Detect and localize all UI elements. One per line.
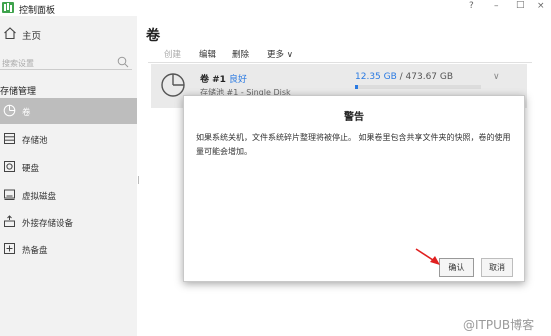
minimize-button[interactable]: – xyxy=(494,1,499,11)
toolbar: 创建 编辑 删除 更多 ∨ xyxy=(140,46,551,60)
search-placeholder: 搜索设置 xyxy=(2,59,34,68)
create-button[interactable]: 创建 xyxy=(164,48,181,60)
home-icon xyxy=(4,27,16,40)
more-dropdown[interactable]: 更多 ∨ xyxy=(267,48,293,60)
dialog-message: 如果系统关机，文件系统碎片整理将被停止。 如果卷里包含共享文件夹的快照，卷的使用… xyxy=(196,133,511,156)
hard-disk-icon xyxy=(4,161,15,172)
close-button[interactable]: × xyxy=(537,1,545,11)
volume-usage-separator: / xyxy=(396,72,406,82)
search-settings-input[interactable]: 搜索设置 xyxy=(0,56,132,70)
delete-button[interactable]: 删除 xyxy=(232,48,249,60)
page-title: 卷 xyxy=(146,28,160,44)
toolbar-divider xyxy=(148,62,532,63)
sidebar-item-label: 主页 xyxy=(22,31,42,42)
sidebar-item-label: 卷 xyxy=(22,108,31,118)
sidebar-item-home[interactable]: 主页 xyxy=(0,25,137,43)
sidebar-item-label: 热备盘 xyxy=(22,246,48,256)
sidebar-item-label: 硬盘 xyxy=(22,164,40,174)
section-storage-management: 存储管理 xyxy=(0,87,37,97)
dialog-title: 警告 xyxy=(344,112,364,123)
search-icon[interactable] xyxy=(117,56,129,68)
sidebar-item-virtual-disk[interactable]: 虚拟磁盘 xyxy=(0,182,137,208)
volume-pie-icon xyxy=(3,104,16,117)
edit-button[interactable]: 编辑 xyxy=(199,48,216,60)
volume-status: 良好 xyxy=(229,75,248,85)
control-panel-logo-icon xyxy=(2,2,14,13)
chevron-down-icon[interactable]: ∨ xyxy=(493,72,500,82)
external-storage-icon xyxy=(4,215,15,227)
volume-usage-bar xyxy=(355,85,481,89)
title-bar: 控制面板 ? – □ × xyxy=(0,0,551,16)
warning-dialog: 警告 如果系统关机，文件系统碎片整理将被停止。 如果卷里包含共享文件夹的快照，卷… xyxy=(183,95,525,282)
sidebar-item-label: 外接存储设备 xyxy=(22,219,74,229)
volume-used: 12.35 GB xyxy=(355,72,397,82)
watermark-text: @ITPUB博客 xyxy=(463,318,535,332)
sidebar-item-hot-spare[interactable]: 热备盘 xyxy=(0,236,137,262)
hot-spare-icon xyxy=(4,243,15,254)
sidebar-item-external-storage[interactable]: 外接存储设备 xyxy=(0,209,137,235)
sidebar-item-label: 虚拟磁盘 xyxy=(22,192,57,202)
storage-pool-icon xyxy=(4,133,15,144)
help-button[interactable]: ? xyxy=(469,1,474,11)
sidebar-item-storage-pool[interactable]: 存储池 xyxy=(0,126,137,152)
volume-usage: 12.35 GB / 473.67 GB xyxy=(355,72,453,82)
maximize-button[interactable]: □ xyxy=(516,0,525,10)
volume-name: 卷 #1 xyxy=(200,75,226,85)
volume-usage-fill xyxy=(355,85,359,89)
window-title: 控制面板 xyxy=(19,6,56,16)
cancel-button[interactable]: 取消 xyxy=(481,258,513,277)
confirm-button[interactable]: 确认 xyxy=(439,258,474,277)
sidebar-item-label: 存储池 xyxy=(22,136,48,146)
sidebar: 主页 搜索设置 存储管理 卷 存储池 硬盘 虚拟磁盘 外接存储设备 热备盘 xyxy=(0,16,137,336)
sidebar-item-hard-disk[interactable]: 硬盘 xyxy=(0,154,137,180)
volume-total: 473.67 GB xyxy=(405,72,454,82)
sidebar-item-volume[interactable]: 卷 xyxy=(0,98,137,124)
virtual-disk-icon xyxy=(4,189,15,200)
